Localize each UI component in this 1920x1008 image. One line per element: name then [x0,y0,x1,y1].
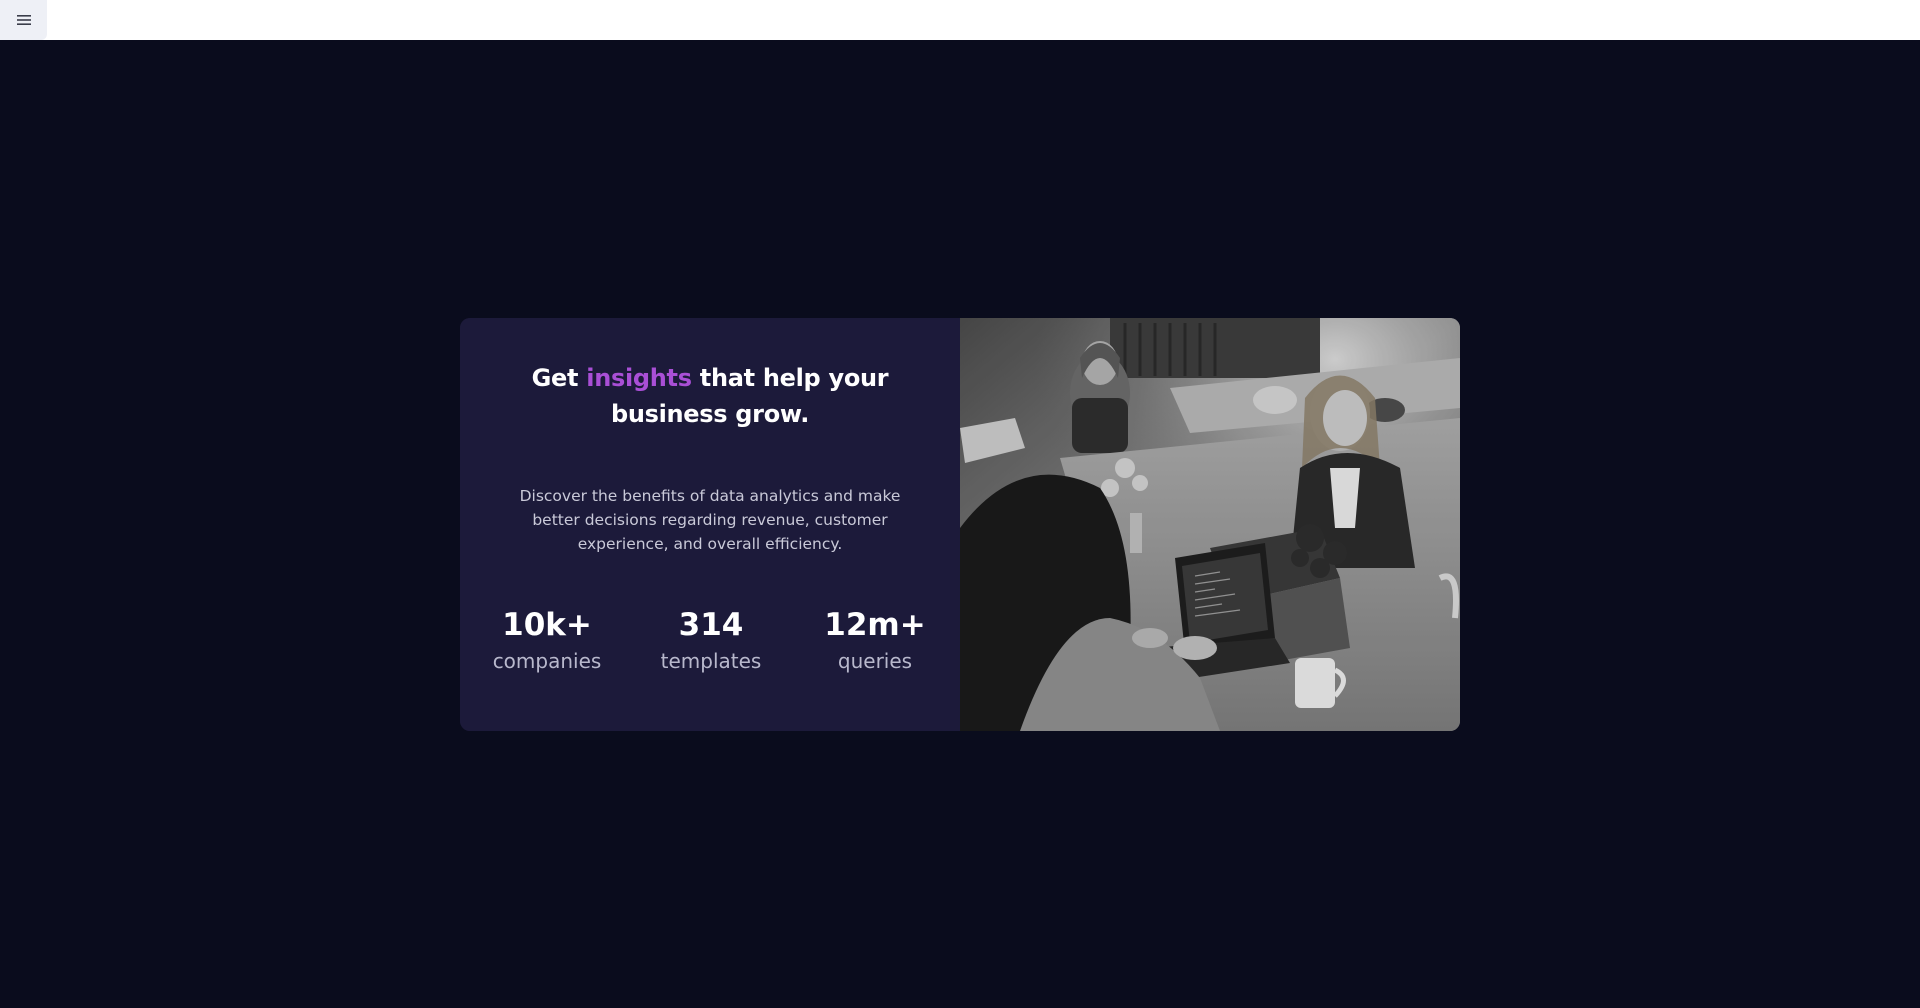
hamburger-menu-icon [16,14,31,26]
stat-value: 12m+ [824,607,926,643]
stat-companies: 10k+ companies [492,606,602,678]
hero-title-start: Get [531,364,587,392]
hero-image [960,318,1460,731]
hero-description: Discover the benefits of data analytics … [519,487,901,553]
menu-button[interactable] [0,0,47,40]
stat-value: 10k+ [502,607,592,643]
stat-value: 314 [678,607,744,643]
stat-templates: 314 templates [656,606,766,678]
stat-label: companies [492,649,602,673]
top-bar [0,0,1920,40]
hero-text-panel: Get insights that help your business gro… [460,318,960,731]
stat-label: queries [837,649,913,673]
hero-title-accent: insights [586,364,692,392]
stat-queries: 12m+ queries [820,606,930,678]
stats-row: 10k+ companies 314 templates 12m+ querie… [490,606,930,678]
hero-title: Get insights that help your business gro… [490,360,930,432]
hero-card: Get insights that help your business gro… [460,318,1460,731]
stat-label: templates [660,649,762,673]
